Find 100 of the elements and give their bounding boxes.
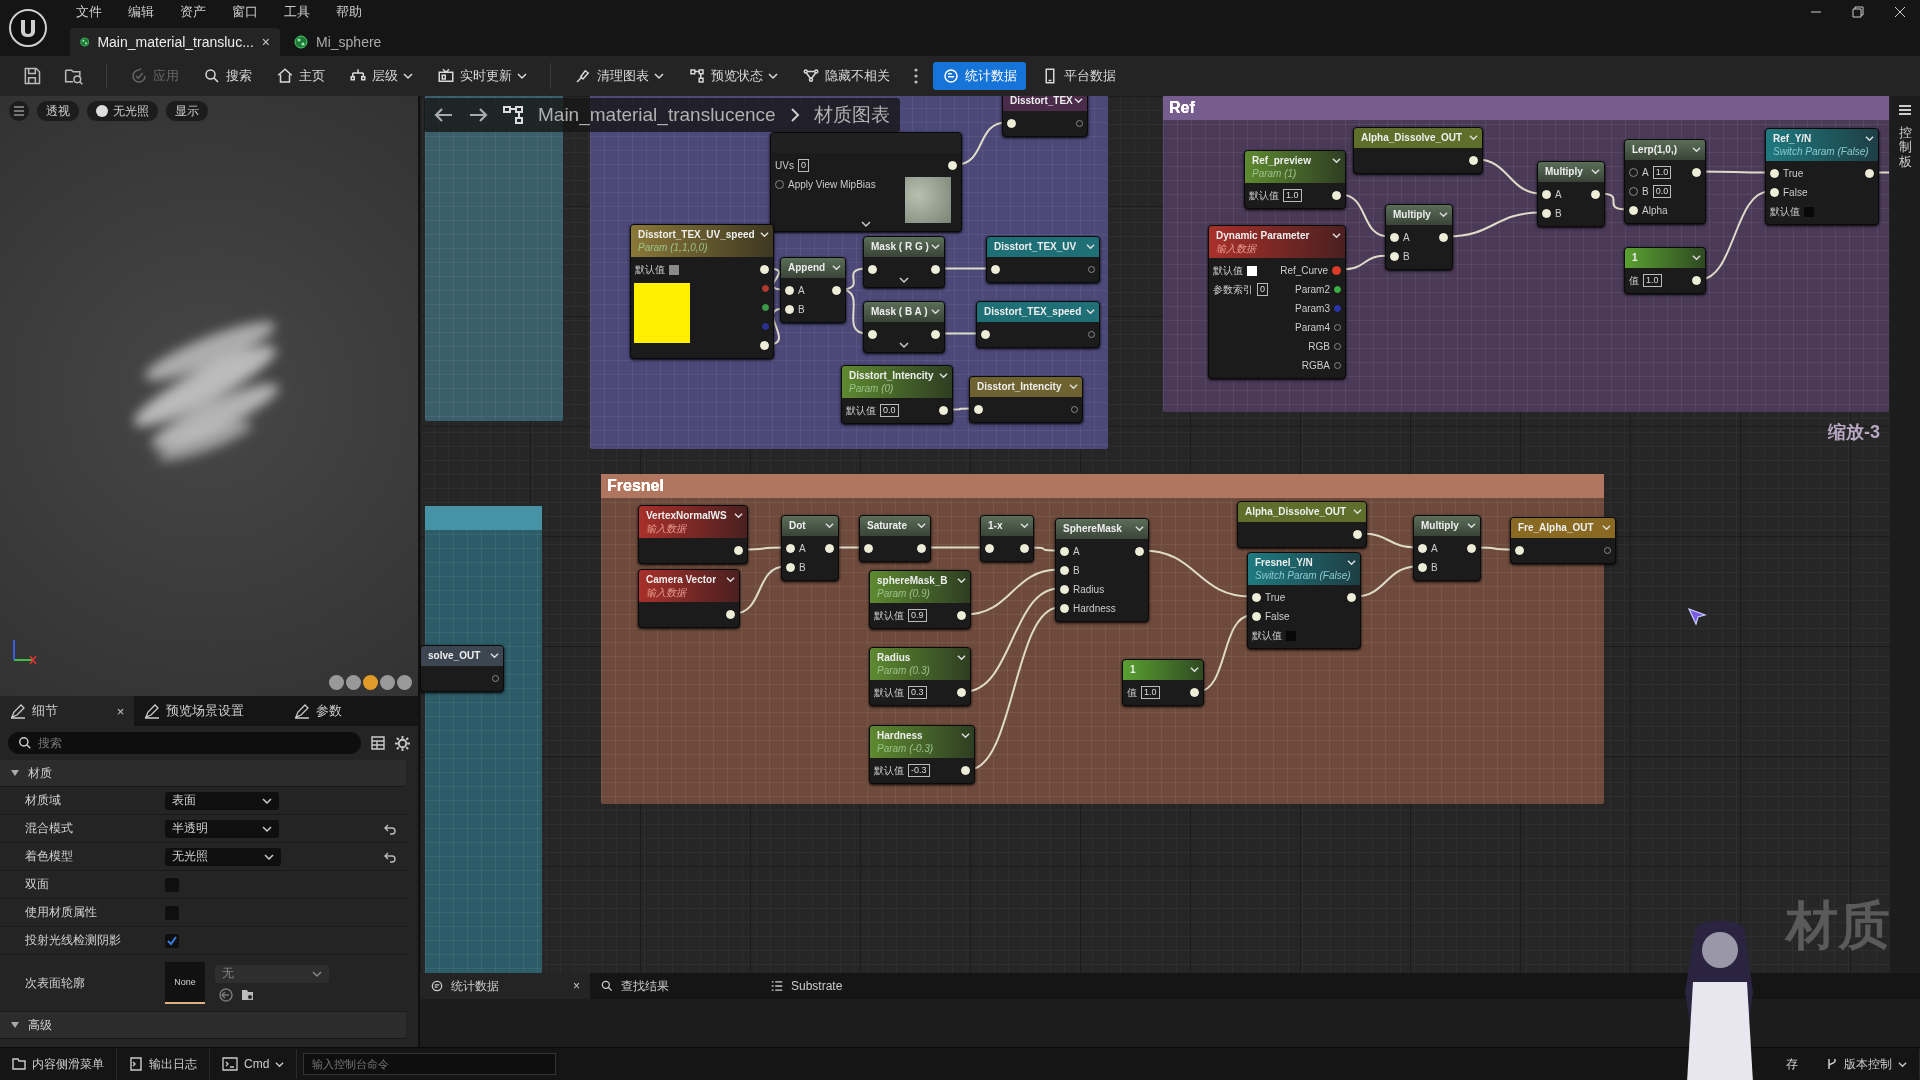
close-icon[interactable]: × (573, 979, 580, 993)
comment-header[interactable]: Ref (1163, 96, 1889, 120)
side-panel-tab[interactable]: 控制板 (1898, 126, 1912, 169)
node-header[interactable]: Disstort_TEX (1003, 96, 1087, 111)
forward-arrow-icon[interactable] (468, 107, 488, 123)
graph-node[interactable]: SphereMask A B Radius Hardness (1055, 518, 1149, 622)
node-header[interactable]: Disstort_Intencity (970, 377, 1082, 397)
node-header[interactable]: VertexNormalWS 输入数据 (639, 506, 747, 538)
caret-icon[interactable] (490, 651, 499, 660)
panel-tab[interactable]: 细节 × (0, 696, 135, 726)
node-header[interactable]: Fresnel_Y/N Switch Param (False) (1248, 553, 1360, 585)
toolbar-button[interactable]: 搜索 (194, 62, 261, 90)
table-icon[interactable] (371, 736, 385, 750)
caret-icon[interactable] (832, 263, 841, 272)
graph-node[interactable]: Disstort_TEX (1002, 96, 1088, 137)
graph-node[interactable]: Disstort_TEX_UV (986, 236, 1100, 283)
menu-item[interactable]: 编辑 (128, 3, 154, 21)
color-swatch[interactable] (669, 264, 679, 275)
caret-icon[interactable] (961, 731, 970, 740)
node-header[interactable]: Dot (782, 516, 838, 536)
panel-tab[interactable]: 查找结果 (590, 973, 760, 999)
panel-tab[interactable]: 预览场景设置 (134, 696, 284, 726)
dropdown[interactable]: 无光照 (165, 847, 281, 866)
caret-icon[interactable] (1865, 134, 1874, 143)
menu-icon[interactable] (8, 100, 30, 122)
value-field[interactable]: 1.0 (1141, 686, 1160, 699)
toolbar-button[interactable]: 隐藏不相关 (793, 62, 899, 90)
graph-node[interactable]: VertexNormalWS 输入数据 (638, 505, 748, 564)
graph-node[interactable]: Disstort_Intencity Param (0) 默认值 0.0 (841, 365, 953, 424)
caret-icon[interactable] (957, 576, 966, 585)
caret-icon[interactable] (1439, 210, 1448, 219)
color-swatch[interactable] (1247, 265, 1257, 276)
graph-node[interactable]: Fresnel_Y/N Switch Param (False) True False 默认值 (1247, 552, 1361, 649)
more-icon[interactable] (913, 67, 919, 85)
close-icon[interactable]: × (261, 34, 270, 50)
dropdown[interactable]: 表面 (165, 791, 279, 810)
graph-node[interactable]: Multiply A B (1385, 204, 1453, 270)
viewport-button[interactable]: 透视 (36, 100, 80, 122)
graph-node[interactable]: solve_OUT (420, 645, 504, 692)
caret-icon[interactable] (1020, 521, 1029, 530)
source-control-button[interactable]: 版本控制 (1814, 1049, 1920, 1079)
preview-shape-icon[interactable] (329, 675, 344, 690)
node-header[interactable] (771, 133, 961, 153)
preview-shape-icon[interactable] (397, 675, 412, 690)
caret-icon[interactable] (1591, 167, 1600, 176)
node-header[interactable]: Multiply (1386, 205, 1452, 225)
node-header[interactable]: solve_OUT (421, 646, 503, 666)
menu-item[interactable]: 窗口 (232, 3, 258, 21)
preview-shape-icon[interactable] (363, 675, 378, 690)
section-header[interactable]: 高级 (0, 1012, 406, 1039)
panel-tab[interactable]: Substrate (760, 973, 930, 999)
menu-item[interactable]: 资产 (180, 3, 206, 21)
panel-tab[interactable]: 统计数据 × (420, 973, 590, 999)
caret-icon[interactable] (825, 521, 834, 530)
viewport[interactable]: 透视 无光照 显示 (0, 96, 418, 696)
graph-node[interactable]: Radius Param (0.3) 默认值 0.3 (869, 647, 971, 706)
expand-chevron-icon[interactable] (861, 220, 871, 228)
value-field[interactable]: 1.0 (1652, 166, 1672, 179)
value-field[interactable]: 0.9 (908, 609, 927, 622)
reset-icon[interactable] (384, 822, 396, 835)
graph-node[interactable]: Mask ( R G ) (863, 236, 945, 288)
save-status[interactable]: 存 (1774, 1055, 1810, 1073)
caret-icon[interactable] (1467, 521, 1476, 530)
value-field[interactable]: 0 (797, 159, 809, 172)
document-tab[interactable]: Main_material_transluc... × (70, 28, 280, 56)
use-selected-icon[interactable] (219, 987, 233, 1002)
node-header[interactable]: Disstort_TEX_UV (987, 237, 1099, 257)
graph-node[interactable]: UVs 0 Apply View MipBias (770, 132, 962, 232)
graph-node[interactable]: 1 值 1.0 (1122, 659, 1204, 706)
graph-canvas[interactable] (420, 96, 1890, 973)
node-header[interactable]: Append (781, 258, 845, 278)
dropdown[interactable]: 半透明 (165, 819, 279, 838)
expand-chevron-icon[interactable] (899, 341, 909, 349)
toolbar-button[interactable]: 主页 (267, 62, 334, 90)
restore-icon[interactable] (1852, 6, 1864, 18)
folder-search-icon[interactable] (64, 66, 84, 86)
graph-node[interactable]: 1-x (980, 515, 1034, 562)
node-header[interactable]: Mask ( B A ) (864, 302, 944, 322)
node-header[interactable]: 1-x (981, 516, 1033, 536)
graph-node[interactable]: Fre_Alpha_OUT (1510, 517, 1616, 564)
toolbar-button[interactable]: 清理图表 (565, 62, 673, 90)
graph-node[interactable]: Hardness Param (-0.3) 默认值 -0.3 (869, 725, 975, 784)
node-header[interactable]: Saturate (860, 516, 930, 536)
node-header[interactable]: Multiply (1414, 516, 1480, 536)
graph-node[interactable]: Multiply A B (1537, 161, 1605, 227)
output-pin[interactable] (1334, 286, 1341, 293)
status-button[interactable]: 内容侧滑菜单 (0, 1049, 117, 1079)
save-icon[interactable] (22, 66, 42, 86)
graph-node[interactable]: Camera Vector 输入数据 (638, 569, 740, 628)
close-icon[interactable] (1894, 6, 1906, 18)
node-header[interactable]: Lerp(1,0,) (1625, 140, 1705, 160)
graph-node[interactable]: Ref_Y/N Switch Param (False) True False 默认值 (1765, 128, 1879, 225)
node-header[interactable]: Ref_preview Param (1) (1245, 151, 1345, 183)
node-header[interactable]: Disstort_Intencity Param (0) (842, 366, 952, 398)
menu-item[interactable]: 工具 (284, 3, 310, 21)
document-tab[interactable]: Mi_sphere (284, 28, 392, 56)
caret-icon[interactable] (917, 521, 926, 530)
toolbar-button[interactable]: 实时更新 (428, 62, 536, 90)
caret-icon[interactable] (1086, 242, 1095, 251)
caret-icon[interactable] (1347, 558, 1356, 567)
